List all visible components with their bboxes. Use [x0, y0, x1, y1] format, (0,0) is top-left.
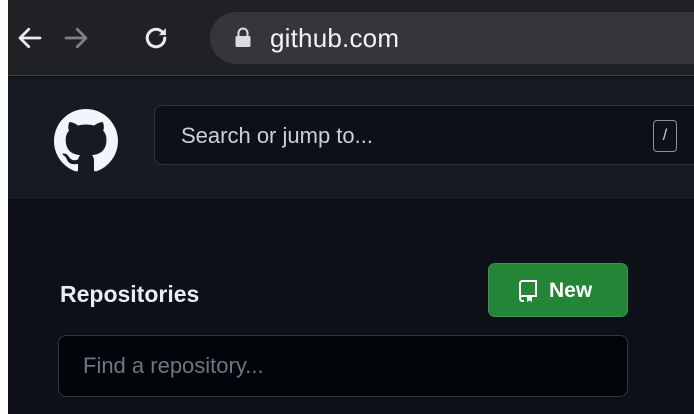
- browser-toolbar: github.com: [8, 0, 694, 76]
- search-label: Search or jump to...: [181, 123, 373, 148]
- forward-button[interactable]: [56, 14, 96, 62]
- arrow-left-icon: [18, 27, 42, 49]
- screenshot-frame: github.com Search or jump to... / Reposi…: [0, 0, 694, 414]
- url-text: github.com: [270, 23, 400, 53]
- address-bar[interactable]: github.com: [210, 12, 694, 64]
- new-button-label: New: [549, 279, 593, 302]
- find-repository-input[interactable]: [58, 335, 628, 397]
- reload-icon: [145, 27, 167, 49]
- repo-book-icon: [519, 280, 537, 302]
- lock-icon[interactable]: [234, 27, 252, 49]
- arrow-right-icon: [64, 27, 88, 49]
- back-button[interactable]: [10, 14, 50, 62]
- github-header: Search or jump to... /: [8, 77, 694, 199]
- search-shortcut-key: /: [653, 120, 677, 152]
- dashboard-sidebar: Repositories New: [8, 199, 694, 414]
- search-input[interactable]: Search or jump to... /: [154, 105, 694, 165]
- new-repository-button[interactable]: New: [488, 263, 628, 317]
- github-mark-icon[interactable]: [54, 109, 118, 173]
- reload-button[interactable]: [136, 14, 176, 62]
- repositories-heading: Repositories: [60, 281, 200, 307]
